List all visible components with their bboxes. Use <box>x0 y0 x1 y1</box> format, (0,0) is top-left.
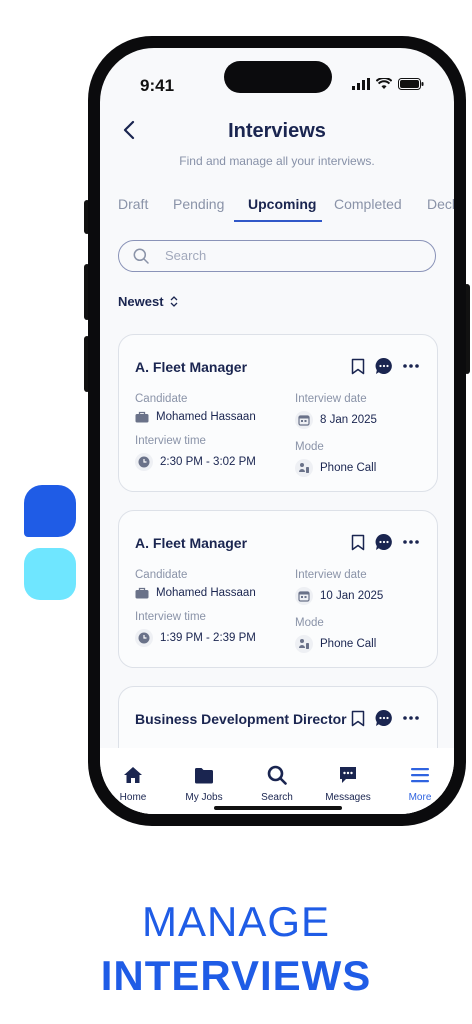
interview-time-value: 1:39 PM - 2:39 PM <box>135 629 256 647</box>
tabbar-label: My Jobs <box>185 792 223 803</box>
bookmark-icon[interactable] <box>351 710 365 727</box>
job-title: A. Fleet Manager <box>135 359 248 375</box>
interview-time-label: Interview time <box>135 435 206 447</box>
more-options-icon[interactable] <box>403 540 419 544</box>
candidate-label: Candidate <box>135 569 188 581</box>
wifi-icon <box>376 78 392 89</box>
interview-date-label: Interview date <box>295 393 367 405</box>
tagline-line-2: INTERVIEWS <box>100 952 372 999</box>
interview-date: 8 Jan 2025 <box>320 414 377 426</box>
chat-icon[interactable] <box>375 357 393 375</box>
folder-icon <box>195 767 213 783</box>
interview-mode: Phone Call <box>320 638 377 650</box>
interview-date: 10 Jan 2025 <box>320 590 384 602</box>
mode-label: Mode <box>295 617 324 629</box>
chat-icon[interactable] <box>375 709 393 727</box>
briefcase-icon <box>135 587 149 599</box>
interview-date-value: 10 Jan 2025 <box>295 587 383 605</box>
candidate-value: Mohamed Hassaan <box>135 411 256 423</box>
tabbar-label: More <box>408 792 432 803</box>
bookmark-icon[interactable] <box>351 358 365 375</box>
interview-card[interactable]: A. Fleet Manager Candidate Mohamed Hassa… <box>118 510 438 668</box>
tabbar-item-search[interactable]: Search <box>247 764 307 803</box>
card-actions <box>351 709 419 727</box>
candidate-label: Candidate <box>135 393 188 405</box>
interview-time-value: 2:30 PM - 3:02 PM <box>135 453 256 471</box>
bottom-tab-bar: Home My Jobs Search Messages More <box>100 748 454 814</box>
tab-declined[interactable]: Decl <box>427 196 454 212</box>
mode-value: Phone Call <box>295 635 376 653</box>
mode-value: Phone Call <box>295 459 376 477</box>
tabbar-label: Search <box>261 792 293 803</box>
page-title: Interviews <box>228 120 326 142</box>
phone-frame: 9:41 Interviews Find and manage all your… <box>88 36 466 826</box>
tagline-line-1: MANAGE <box>141 898 331 945</box>
status-time: 9:41 <box>140 76 175 95</box>
decorative-blue-shape <box>24 485 76 537</box>
tabbar-item-more[interactable]: More <box>390 764 450 803</box>
message-icon <box>340 767 356 783</box>
page-subtitle: Find and manage all your interviews. <box>179 154 375 168</box>
candidate-value: Mohamed Hassaan <box>135 587 256 599</box>
home-icon <box>124 767 142 783</box>
clock-icon <box>138 632 150 644</box>
search-icon <box>267 765 287 785</box>
active-tab-indicator <box>234 220 322 222</box>
tabbar-item-home[interactable]: Home <box>103 764 163 803</box>
home-indicator <box>214 806 342 810</box>
card-actions <box>351 533 419 551</box>
sort-dropdown[interactable]: Newest <box>118 294 178 309</box>
interview-mode: Phone Call <box>320 462 377 474</box>
card-actions <box>351 357 419 375</box>
phone-call-icon <box>299 639 309 649</box>
candidate-name: Mohamed Hassaan <box>156 411 256 423</box>
bookmark-icon[interactable] <box>351 534 365 551</box>
job-title: Business Development Director <box>135 711 347 727</box>
signal-icon <box>352 78 370 90</box>
tab-completed[interactable]: Completed <box>334 196 402 212</box>
phone-screen: 9:41 Interviews Find and manage all your… <box>100 48 454 814</box>
calendar-icon <box>298 415 310 426</box>
candidate-name: Mohamed Hassaan <box>156 587 256 599</box>
chat-icon[interactable] <box>375 533 393 551</box>
job-title: A. Fleet Manager <box>135 535 248 551</box>
tabbar-item-my-jobs[interactable]: My Jobs <box>174 764 234 803</box>
battery-icon <box>398 78 424 90</box>
calendar-icon <box>298 591 310 602</box>
interview-date-label: Interview date <box>295 569 367 581</box>
more-options-icon[interactable] <box>403 364 419 368</box>
search-input[interactable] <box>163 247 427 264</box>
interview-date-value: 8 Jan 2025 <box>295 411 377 429</box>
clock-icon <box>138 456 150 468</box>
tabbar-label: Home <box>119 792 147 803</box>
sort-chevron-icon <box>170 296 177 307</box>
phone-call-icon <box>299 463 309 473</box>
search-bar[interactable] <box>118 240 436 272</box>
status-icons <box>352 78 424 90</box>
interview-time-label: Interview time <box>135 611 206 623</box>
interview-time: 1:39 PM - 2:39 PM <box>160 632 256 644</box>
briefcase-icon <box>135 411 149 423</box>
tab-draft[interactable]: Draft <box>118 196 148 212</box>
more-options-icon[interactable] <box>403 716 419 720</box>
tab-pending[interactable]: Pending <box>173 196 224 212</box>
tabbar-label: Messages <box>325 792 371 803</box>
interview-time: 2:30 PM - 3:02 PM <box>160 456 256 468</box>
tab-upcoming[interactable]: Upcoming <box>248 196 316 212</box>
dynamic-island <box>224 61 332 93</box>
search-icon <box>133 248 149 264</box>
mode-label: Mode <box>295 441 324 453</box>
menu-icon <box>411 768 429 783</box>
sort-label: Newest <box>118 294 164 309</box>
decorative-cyan-shape <box>24 548 76 600</box>
tabbar-item-messages[interactable]: Messages <box>318 764 378 803</box>
interview-card[interactable]: A. Fleet Manager Candidate Mohamed Hassa… <box>118 334 438 492</box>
